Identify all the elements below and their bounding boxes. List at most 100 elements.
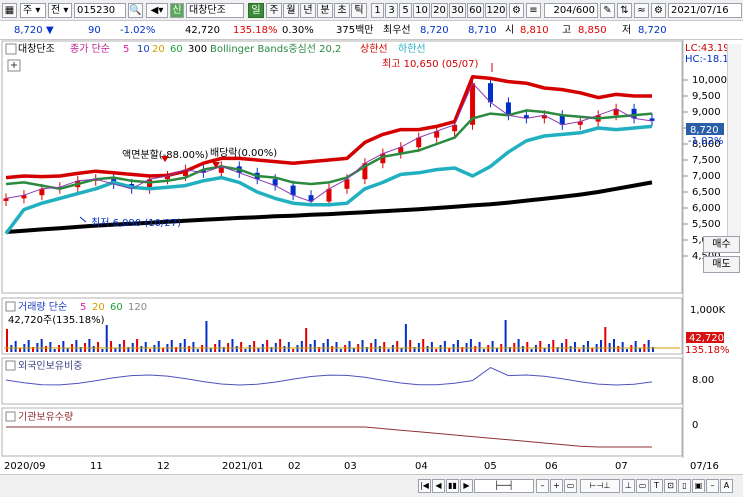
legend-name: 대창단조 [18,43,55,55]
interval-120[interactable]: 120 [485,3,507,18]
volume-bar [478,342,481,352]
legend-lower: 하한선 [398,42,426,55]
screen-icon[interactable]: ▣ [692,479,705,493]
best-ask: 8,720 [420,25,449,36]
volume-bar [235,346,238,352]
draw-icon[interactable]: ✎ [600,3,615,18]
market-select[interactable]: 주 ▾ [20,3,46,18]
legend-ma10: 10 [137,44,150,55]
settings-icon[interactable]: ⚙ [509,3,524,18]
low-label: 저 [622,25,632,36]
font-plus-icon[interactable]: A [720,479,733,493]
data-count[interactable]: 204/600 [544,3,598,18]
chart-area[interactable]: 10,0009,5009,0008,5008,0007,5007,0006,50… [0,40,743,458]
chart-type-icon[interactable]: ▦ [2,3,17,18]
search-icon[interactable]: 🔍 [128,3,143,18]
interval-60[interactable]: 60 [467,3,484,18]
interval-3[interactable]: 3 [385,3,398,18]
tool-group-icon[interactable]: ⊢⊣⊥ [580,479,620,493]
period-year[interactable]: 년 [300,3,316,18]
eraser-icon[interactable]: ▯ [678,479,691,493]
period-day[interactable]: 일 [248,3,264,18]
buy-button[interactable]: 매수 [703,236,740,253]
pause-icon[interactable]: ▮▮ [446,479,459,493]
volume-title: 거래량 단순 [18,301,67,313]
date-input[interactable]: 2021/07/16 [668,3,742,18]
volume-bar [253,341,256,352]
current-pct-label: -1.02% [688,136,723,147]
volume-ma60: 60 [110,302,123,313]
font-minus-icon[interactable]: – [706,479,719,493]
list-icon[interactable]: ≡ [526,3,541,18]
scroll-next-icon[interactable]: ▶ [460,479,473,493]
volume-bar [240,342,243,352]
inst-axis-label: 0 [692,420,698,431]
volume-bar [352,348,355,352]
lc-label: LC:43.19 [685,43,730,54]
gear-icon[interactable]: ⚙ [651,3,666,18]
volume-bar [144,342,147,352]
legend-ma20: 20 [152,44,165,55]
volume-bar [140,346,143,352]
volume-bar [136,339,139,352]
period-week[interactable]: 주 [266,3,282,18]
volume-bar [170,340,173,352]
trade-amount: 375백만 [336,25,374,36]
legend-bb: Bollinger Bands중심선 20,2 [210,43,341,55]
market2-select[interactable]: 전 ▾ [48,3,72,18]
volume-ma20: 20 [92,302,105,313]
candle-body [505,102,511,116]
foreign-axis-label: 8.00 [692,375,714,386]
volume-bar [123,340,126,352]
sell-button[interactable]: 매도 [703,256,740,273]
volume-bar [426,346,429,352]
volume-bar [331,346,334,352]
period-second[interactable]: 초 [334,3,350,18]
text-tool-icon[interactable]: T [650,479,663,493]
interval-5[interactable]: 5 [399,3,412,18]
period-minute[interactable]: 분 [317,3,333,18]
chart-icon[interactable]: ≈ [634,3,649,18]
fit-width-icon[interactable]: ⊡ [664,479,677,493]
interval-10[interactable]: 10 [413,3,430,18]
time-axis: 2020/09 11 12 2021/01 02 03 04 05 06 07 … [0,458,743,474]
volume-bar [313,340,316,352]
period-month[interactable]: 월 [283,3,299,18]
stock-chart[interactable]: 10,0009,5009,0008,5008,0007,5007,0006,50… [0,40,743,458]
ruler-icon[interactable]: ▭ [636,479,649,493]
zoom-out-icon[interactable]: – [536,479,549,493]
interval-20[interactable]: 20 [431,3,448,18]
price-axis-scrollbar[interactable] [727,44,741,236]
candle-body [3,198,9,201]
fit-icon[interactable]: ▭ [564,479,577,493]
volume-bar [49,342,52,352]
price-axis-label: 9,000 [692,107,721,118]
volume-bar [491,341,494,352]
volume-bar [638,348,641,352]
time-label-2021-01: 2021/01 [222,461,264,472]
price-axis-label: 10,000 [692,75,727,86]
volume-bar [521,346,524,352]
zoom-slider[interactable]: ├──┤ [474,479,534,493]
volume-bar [231,339,234,352]
volume-bar [625,349,628,352]
interval-1[interactable]: 1 [371,3,384,18]
zoom-in-icon[interactable]: + [550,479,563,493]
sound-icon[interactable]: ◀▾ [146,3,168,18]
scroll-prev-icon[interactable]: ◀ [432,479,445,493]
volume-bar [19,348,22,352]
line-tool-icon[interactable]: ⊥ [622,479,635,493]
volume-bar [266,340,269,352]
main-toolbar: ▦ 주 ▾ 전 ▾ 015230 🔍 ◀▾ 신 대창단조 일 주 월 년 분 초… [0,0,743,21]
bottom-toolbar: |◀ ◀ ▮▮ ▶ ├──┤ – + ▭ ⊢⊣⊥ ⊥ ▭ T ⊡ ▯ ▣ – A [0,474,743,497]
best-ask-label: 최우선 [383,25,411,36]
price-axis-label: 6,500 [692,187,721,198]
volume-bar [196,349,199,352]
scroll-first-icon[interactable]: |◀ [418,479,431,493]
interval-30[interactable]: 30 [449,3,466,18]
compare-icon[interactable]: ⇅ [617,3,632,18]
period-tick[interactable]: 틱 [351,3,367,18]
volume-bar [300,341,303,352]
stock-code-input[interactable]: 015230 [74,3,126,18]
volume-bar [612,339,615,352]
